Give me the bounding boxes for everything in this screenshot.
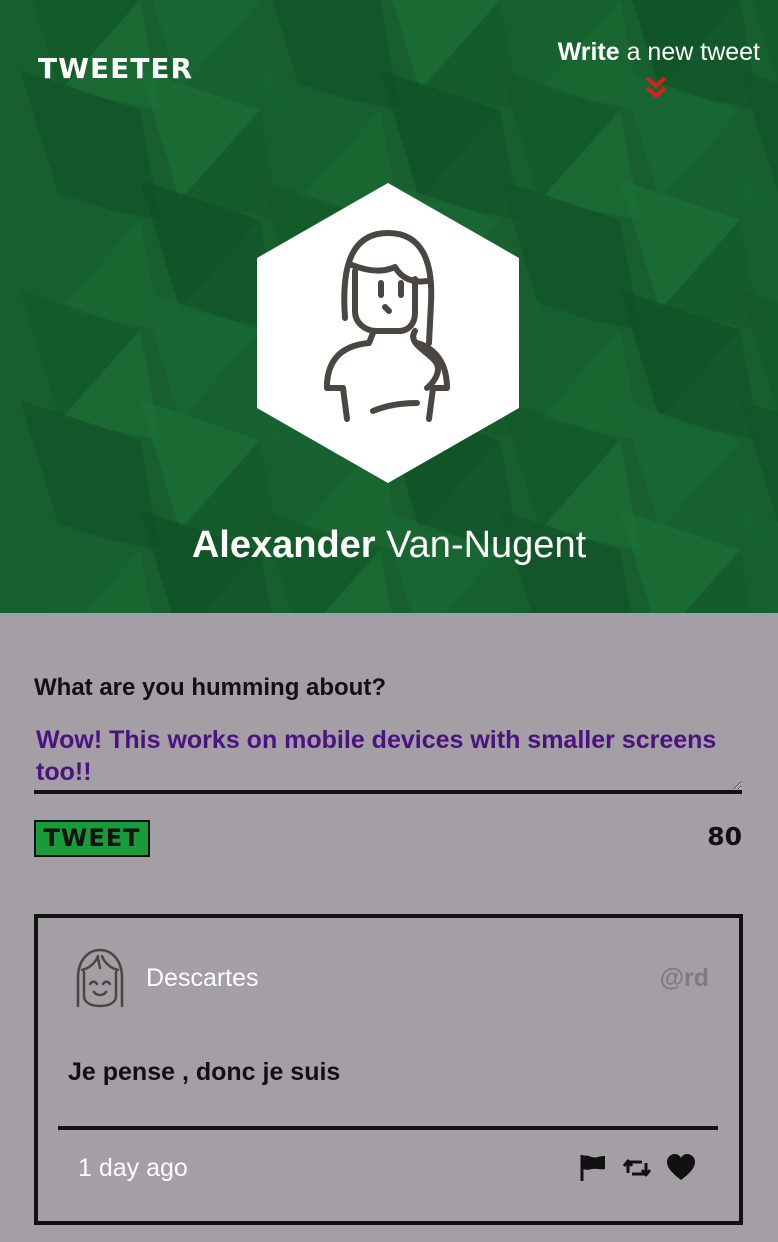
tweet-actions — [578, 1153, 696, 1183]
tweet-button[interactable]: TWEET — [34, 820, 150, 857]
write-rest-text: a new tweet — [619, 38, 760, 66]
profile-avatar — [257, 183, 519, 483]
character-counter: 80 — [707, 822, 742, 851]
flag-icon[interactable] — [578, 1153, 608, 1183]
write-strong-text: Write — [557, 38, 620, 66]
tweet-text: Je pense , donc je suis — [68, 1058, 341, 1086]
tweet-timestamp: 1 day ago — [78, 1154, 188, 1182]
retweet-icon[interactable] — [622, 1153, 652, 1183]
double-chevron-down-icon[interactable] — [644, 76, 668, 100]
smiling-girl-avatar-icon — [76, 948, 124, 1008]
tweet-card: Descartes @rd Je pense , donc je suis 1 … — [34, 914, 743, 1225]
tweet-author-name[interactable]: Descartes — [146, 964, 259, 993]
profile-name: Alexander Van-Nugent — [0, 524, 778, 567]
tweet-input[interactable] — [34, 724, 742, 794]
heart-icon[interactable] — [666, 1153, 696, 1183]
first-name: Alexander — [191, 524, 376, 566]
tweet-author-handle[interactable]: @rd — [660, 964, 709, 993]
last-name: Van-Nugent — [375, 524, 587, 566]
profile-header: TWEETER Write a new tweet Alexander Van-… — [0, 0, 778, 613]
write-new-tweet-link[interactable]: Write a new tweet — [558, 38, 760, 67]
app-logo[interactable]: TWEETER — [38, 52, 193, 85]
tweet-divider — [58, 1126, 718, 1130]
composer-label: What are you humming about? — [34, 674, 386, 701]
